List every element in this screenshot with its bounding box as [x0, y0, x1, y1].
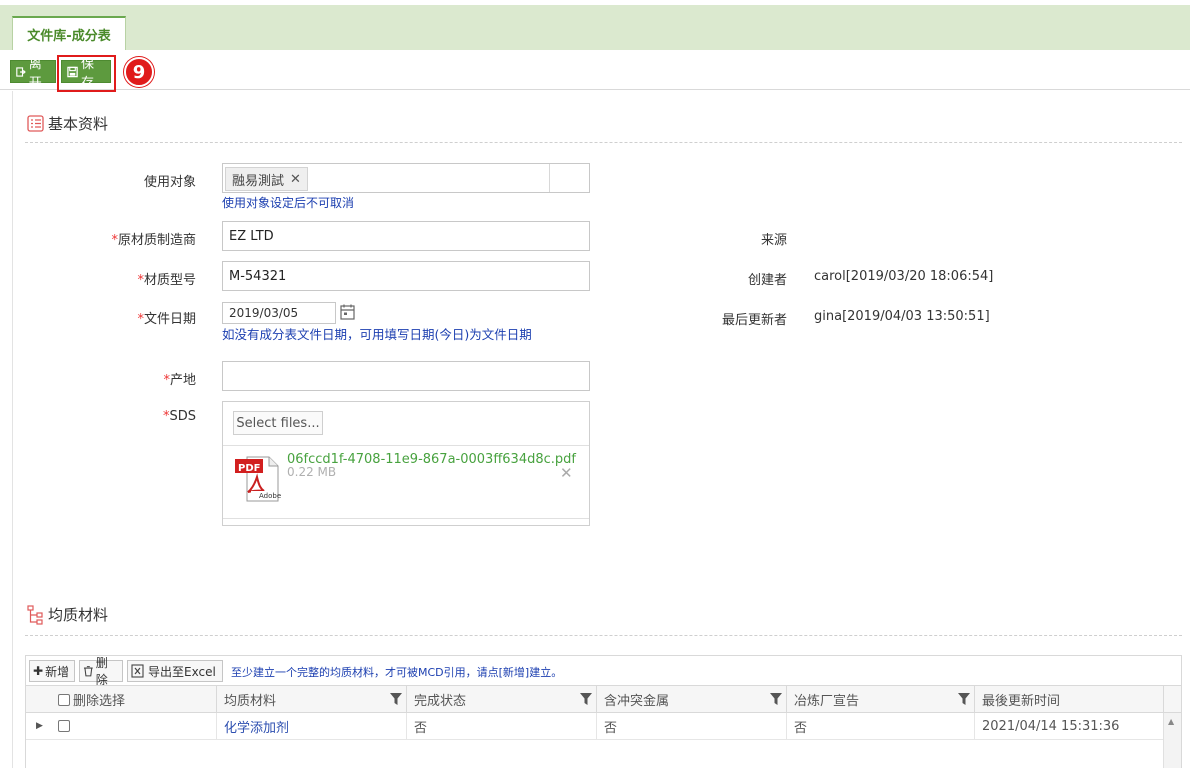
manufacturer-label: *原材质制造商 [111, 233, 196, 248]
section-divider [25, 635, 1182, 636]
target-label: 使用对象 [143, 175, 196, 190]
plus-icon: ✚ [33, 664, 44, 678]
doc-date-hint: 如没有成分表文件日期，可用填写日期(今日)为文件日期 [222, 327, 532, 342]
multiselect-divider [549, 164, 550, 192]
tree-structure-icon [27, 604, 43, 625]
adobe-text: Adobe [259, 492, 282, 500]
uploaded-file-item: PDF Adobe 06fccd1f-4708-11e9-867a-0003ff… [223, 445, 589, 519]
basic-section-title: 基本资料 [27, 113, 108, 134]
col-updated[interactable]: 最後更新时间 [974, 686, 1163, 713]
filter-icon[interactable] [580, 693, 592, 705]
trash-icon [83, 666, 93, 677]
source-label: 来源 [760, 233, 787, 248]
add-button[interactable]: ✚ 新增 [29, 660, 75, 682]
model-input[interactable]: M-54321 [222, 261, 590, 291]
leave-button[interactable]: 离开 [10, 57, 56, 91]
target-tag: 融易測試 ✕ [225, 167, 308, 191]
col-material[interactable]: 均质材料 [216, 686, 406, 713]
updater-value: gina[2019/04/03 13:50:51] [814, 309, 990, 324]
origin-label: *产地 [163, 373, 196, 388]
file-size: 0.22 MB [287, 465, 337, 479]
main-toolbar: 离开 保存 [0, 50, 1190, 91]
save-button-highlight [57, 55, 116, 92]
filter-icon[interactable] [770, 693, 782, 705]
creator-label: 创建者 [747, 273, 787, 288]
tab-bar: 文件库-成分表 [0, 0, 1190, 50]
updated-cell: 2021/04/14 15:31:36 [974, 713, 1163, 740]
vertical-scrollbar[interactable]: ▲ [1163, 713, 1181, 768]
conflict-metal-cell: 否 [596, 713, 786, 740]
grid-body: ▶ 化学添加剂 否 否 否 2021/04/14 15:31:36 ▲ [25, 713, 1182, 768]
sds-upload: Select files... PDF Adobe 06fccd1f-4708-… [222, 401, 590, 526]
row-select-cell [51, 713, 216, 740]
excel-icon [131, 664, 144, 678]
filter-icon[interactable] [390, 693, 402, 705]
remove-file-icon[interactable]: ✕ [560, 464, 573, 482]
row-checkbox[interactable] [58, 720, 70, 732]
step-badge: 9 [124, 57, 154, 87]
scroll-up-icon[interactable]: ▲ [1168, 717, 1174, 726]
origin-input[interactable] [222, 361, 590, 391]
filter-icon[interactable] [958, 693, 970, 705]
section-divider [25, 142, 1182, 143]
exit-icon [16, 66, 26, 77]
select-all-checkbox[interactable] [58, 693, 70, 706]
col-smelter[interactable]: 冶炼厂宣告 [786, 686, 976, 713]
select-files-button[interactable]: Select files... [233, 411, 323, 435]
smelter-cell: 否 [786, 713, 974, 740]
material-link[interactable]: 化学添加剂 [216, 713, 406, 740]
grid-toolbar: ✚ 新增 删除 导出至Excel 至少建立一个完整的均质材料，才可被MCD引用，请… [25, 655, 1182, 687]
doc-date-label: *文件日期 [137, 312, 196, 327]
creator-value: carol[2019/03/20 18:06:54] [814, 269, 994, 284]
delete-button[interactable]: 删除 [79, 656, 123, 687]
model-label: *材质型号 [137, 273, 196, 288]
homogeneous-section-title: 均质材料 [27, 604, 108, 625]
remove-tag-icon[interactable]: ✕ [290, 172, 301, 187]
sds-label: *SDS [162, 409, 196, 424]
export-excel-button[interactable]: 导出至Excel [127, 660, 223, 682]
grid-header: 删除选择 均质材料 完成状态 含冲突金属 冶炼厂宣告 最後更新时间 [25, 685, 1182, 713]
target-hint: 使用对象设定后不可取消 [222, 196, 355, 210]
grid-note: 至少建立一个完整的均质材料，才可被MCD引用，请点[新增]建立。 [231, 666, 563, 679]
list-icon [27, 115, 44, 132]
scrollbar-header [1163, 686, 1182, 713]
expand-row-icon[interactable]: ▶ [26, 713, 51, 740]
col-conflict-metal[interactable]: 含冲突金属 [596, 686, 786, 713]
pdf-badge-text: PDF [238, 463, 261, 474]
col-delete-select: 删除选择 [51, 686, 216, 713]
tab-document-library[interactable]: 文件库-成分表 [12, 16, 126, 50]
doc-date-input[interactable]: 2019/03/05 [222, 302, 336, 324]
col-complete[interactable]: 完成状态 [406, 686, 596, 713]
manufacturer-input[interactable]: EZ LTD [222, 221, 590, 251]
updater-label: 最后更新者 [721, 313, 787, 328]
calendar-icon[interactable] [339, 303, 356, 321]
complete-cell: 否 [406, 713, 596, 740]
